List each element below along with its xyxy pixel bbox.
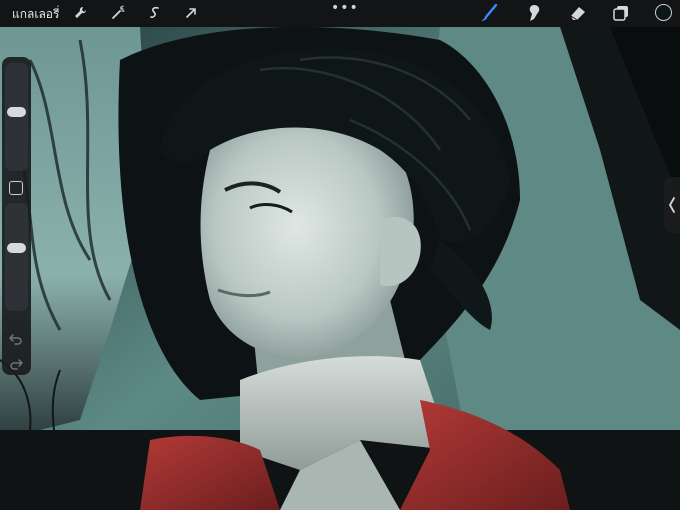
brush-size-slider[interactable] — [5, 63, 28, 171]
color-picker-button[interactable] — [655, 4, 672, 21]
layers-icon[interactable] — [611, 3, 631, 23]
chevron-left-icon — [668, 197, 675, 213]
redo-icon[interactable] — [8, 357, 24, 371]
magic-wand-icon[interactable] — [110, 5, 126, 21]
wrench-icon[interactable] — [72, 5, 88, 21]
opacity-handle[interactable] — [7, 242, 26, 253]
undo-icon[interactable] — [8, 332, 24, 346]
gallery-button[interactable]: แกลเลอรี่ — [12, 5, 59, 24]
brush-icon[interactable] — [479, 3, 499, 23]
selection-icon[interactable] — [147, 5, 163, 21]
top-toolbar: แกลเลอรี่ ••• — [0, 0, 680, 27]
opacity-slider[interactable] — [5, 203, 28, 311]
reference-panel-tab[interactable] — [664, 177, 680, 233]
smudge-icon[interactable] — [524, 3, 544, 23]
drawing-canvas[interactable] — [0, 0, 680, 510]
left-sidebar — [2, 57, 31, 375]
artwork — [0, 0, 680, 510]
more-options-button[interactable]: ••• — [331, 0, 359, 16]
transform-icon[interactable] — [183, 5, 199, 21]
brush-size-handle[interactable] — [7, 107, 26, 118]
eraser-icon[interactable] — [568, 3, 588, 23]
modify-button[interactable] — [9, 181, 23, 195]
